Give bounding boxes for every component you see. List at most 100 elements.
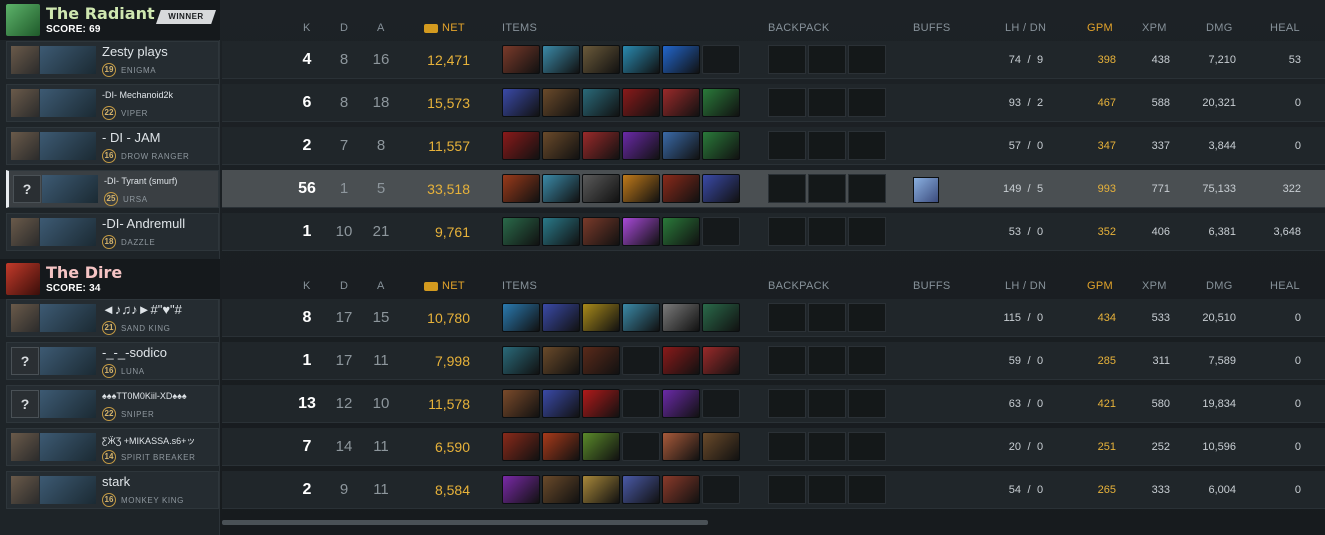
backpack-slot[interactable]: [848, 45, 886, 74]
backpack-slot[interactable]: [768, 88, 806, 117]
player-name[interactable]: stark: [102, 474, 130, 489]
empty-item-slot[interactable]: [702, 217, 740, 246]
empty-item-slot[interactable]: [622, 389, 660, 418]
empty-item-slot[interactable]: [702, 389, 740, 418]
backpack-slot[interactable]: [808, 217, 846, 246]
item-slot-icon[interactable]: [582, 131, 620, 160]
backpack-slot[interactable]: [808, 88, 846, 117]
item-slot-icon[interactable]: [662, 475, 700, 504]
item-slot-icon[interactable]: [662, 131, 700, 160]
backpack-slot[interactable]: [808, 346, 846, 375]
item-slot-icon[interactable]: [662, 45, 700, 74]
item-slot-icon[interactable]: [502, 45, 540, 74]
item-slot-icon[interactable]: [582, 217, 620, 246]
backpack-slot[interactable]: [808, 174, 846, 203]
item-slot-icon[interactable]: [702, 131, 740, 160]
item-slot-icon[interactable]: [622, 303, 660, 332]
backpack-slot[interactable]: [768, 346, 806, 375]
buff-icon[interactable]: [913, 177, 939, 203]
table-row[interactable]: 7 14 11 6,590 20 / 0 251 252 10,596 0: [222, 428, 1325, 466]
backpack-slot[interactable]: [768, 131, 806, 160]
item-slot-icon[interactable]: [502, 432, 540, 461]
player-name[interactable]: ◄♪♫♪►#"♥"#: [102, 302, 182, 317]
item-slot-icon[interactable]: [582, 389, 620, 418]
table-row[interactable]: 1 17 11 7,998 59 / 0 285 311 7,589 0: [222, 342, 1325, 380]
player-card[interactable]: ? -DI- Tyrant (smurf) 25 URSA: [6, 170, 219, 208]
item-slot-icon[interactable]: [542, 346, 580, 375]
item-slot-icon[interactable]: [582, 475, 620, 504]
player-card[interactable]: ? ♠♠♠TT0M0Kiil-XD♠♠♠ 22 SNIPER: [6, 385, 219, 423]
backpack-slot[interactable]: [848, 88, 886, 117]
player-name[interactable]: -DI- Tyrant (smurf): [104, 176, 177, 186]
player-name[interactable]: -DI- Mechanoid2k: [102, 90, 173, 100]
player-card[interactable]: ◄♪♫♪►#"♥"# 21 SAND KING: [6, 299, 219, 337]
item-slot-icon[interactable]: [702, 432, 740, 461]
item-slot-icon[interactable]: [662, 217, 700, 246]
player-card[interactable]: - DI - JAM 16 DROW RANGER: [6, 127, 219, 165]
item-slot-icon[interactable]: [622, 475, 660, 504]
item-slot-icon[interactable]: [702, 346, 740, 375]
player-name[interactable]: Zesty plays: [102, 44, 168, 59]
item-slot-icon[interactable]: [662, 346, 700, 375]
player-name[interactable]: -_-_-sodico: [102, 345, 167, 360]
item-slot-icon[interactable]: [502, 174, 540, 203]
item-slot-icon[interactable]: [662, 88, 700, 117]
item-slot-icon[interactable]: [542, 303, 580, 332]
table-row[interactable]: 56 1 5 33,518 149 / 5 993 771 75,133 322: [222, 170, 1325, 208]
empty-item-slot[interactable]: [622, 346, 660, 375]
player-card[interactable]: ? -_-_-sodico 16 LUNA: [6, 342, 219, 380]
player-card[interactable]: -DI- Andremull 18 DAZZLE: [6, 213, 219, 251]
player-card[interactable]: stark 16 MONKEY KING: [6, 471, 219, 509]
table-row[interactable]: 13 12 10 11,578 63 / 0 421 580 19,834 0: [222, 385, 1325, 423]
backpack-slot[interactable]: [848, 131, 886, 160]
backpack-slot[interactable]: [768, 475, 806, 504]
item-slot-icon[interactable]: [582, 174, 620, 203]
table-row[interactable]: 2 9 11 8,584 54 / 0 265 333 6,004 0: [222, 471, 1325, 509]
table-row[interactable]: 1 10 21 9,761 53 / 0 352 406 6,381 3,648: [222, 213, 1325, 251]
backpack-slot[interactable]: [808, 45, 846, 74]
item-slot-icon[interactable]: [502, 303, 540, 332]
item-slot-icon[interactable]: [622, 174, 660, 203]
item-slot-icon[interactable]: [542, 45, 580, 74]
backpack-slot[interactable]: [768, 432, 806, 461]
backpack-slot[interactable]: [848, 389, 886, 418]
backpack-slot[interactable]: [808, 432, 846, 461]
player-name[interactable]: ƸӜƷ +MIKASSA.s6+ッ: [102, 434, 195, 447]
item-slot-icon[interactable]: [582, 88, 620, 117]
item-slot-icon[interactable]: [702, 174, 740, 203]
player-card[interactable]: Zesty plays 19 ENIGMA: [6, 41, 219, 79]
item-slot-icon[interactable]: [542, 432, 580, 461]
backpack-slot[interactable]: [808, 303, 846, 332]
table-row[interactable]: 6 8 18 15,573 93 / 2 467 588 20,321 0: [222, 84, 1325, 122]
item-slot-icon[interactable]: [582, 432, 620, 461]
item-slot-icon[interactable]: [542, 389, 580, 418]
player-name[interactable]: - DI - JAM: [102, 130, 161, 145]
item-slot-icon[interactable]: [582, 346, 620, 375]
backpack-slot[interactable]: [808, 131, 846, 160]
item-slot-icon[interactable]: [702, 88, 740, 117]
backpack-slot[interactable]: [848, 303, 886, 332]
backpack-slot[interactable]: [848, 217, 886, 246]
table-row[interactable]: 2 7 8 11,557 57 / 0 347 337 3,844 0: [222, 127, 1325, 165]
item-slot-icon[interactable]: [502, 389, 540, 418]
item-slot-icon[interactable]: [502, 88, 540, 117]
table-row[interactable]: 4 8 16 12,471 74 / 9 398 438 7,210 53: [222, 41, 1325, 79]
backpack-slot[interactable]: [808, 475, 846, 504]
item-slot-icon[interactable]: [502, 475, 540, 504]
table-row[interactable]: 8 17 15 10,780 115 / 0 434 533 20,510 0: [222, 299, 1325, 337]
player-card[interactable]: -DI- Mechanoid2k 22 VIPER: [6, 84, 219, 122]
player-card[interactable]: ƸӜƷ +MIKASSA.s6+ッ 14 SPIRIT BREAKER: [6, 428, 219, 466]
item-slot-icon[interactable]: [622, 217, 660, 246]
item-slot-icon[interactable]: [662, 389, 700, 418]
item-slot-icon[interactable]: [622, 131, 660, 160]
item-slot-icon[interactable]: [542, 217, 580, 246]
item-slot-icon[interactable]: [622, 45, 660, 74]
item-slot-icon[interactable]: [582, 45, 620, 74]
item-slot-icon[interactable]: [582, 303, 620, 332]
item-slot-icon[interactable]: [542, 174, 580, 203]
empty-item-slot[interactable]: [622, 432, 660, 461]
horizontal-scrollbar[interactable]: [222, 520, 708, 525]
item-slot-icon[interactable]: [502, 131, 540, 160]
player-name[interactable]: -DI- Andremull: [102, 216, 185, 231]
backpack-slot[interactable]: [768, 174, 806, 203]
